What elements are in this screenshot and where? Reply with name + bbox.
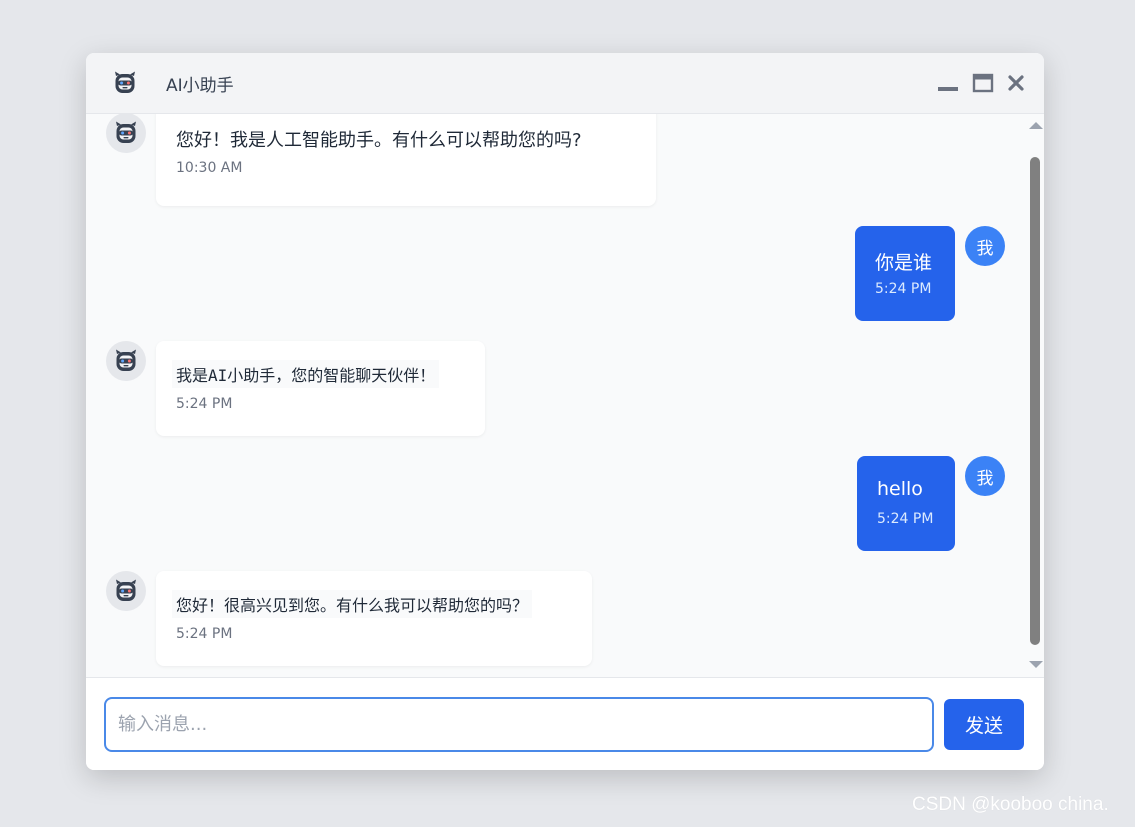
user-message: hello 5:24 PM	[857, 456, 955, 551]
chat-window: AI小助手 您好！我是人工智能助手。有什么可以帮助您的吗? 10:30 AM 你…	[86, 53, 1044, 770]
user-avatar: 我	[965, 456, 1005, 496]
message-text: 您好！我是人工智能助手。有什么可以帮助您的吗?	[176, 130, 582, 151]
user-message: 你是谁 5:24 PM	[855, 226, 955, 321]
message-text: 我是AI小助手，您的智能聊天伙伴！	[172, 360, 440, 388]
robot-icon	[113, 578, 139, 604]
message-time: 5:24 PM	[176, 626, 233, 642]
message-time: 5:24 PM	[877, 511, 934, 527]
message-text: 你是谁	[875, 252, 933, 274]
message-time: 5:24 PM	[176, 396, 233, 412]
message-text: 您好！很高兴见到您。有什么我可以帮助您的吗？	[172, 590, 533, 618]
message-time: 10:30 AM	[176, 160, 243, 176]
scrollbar[interactable]	[1026, 114, 1044, 677]
bot-avatar	[106, 114, 146, 153]
message-input[interactable]	[104, 697, 934, 752]
minimize-icon[interactable]	[936, 71, 960, 95]
bot-avatar	[106, 341, 146, 381]
input-bar: 发送	[86, 677, 1044, 770]
maximize-icon[interactable]	[971, 71, 995, 95]
user-avatar: 我	[965, 226, 1005, 266]
robot-icon	[112, 70, 138, 96]
scroll-thumb[interactable]	[1030, 157, 1040, 645]
bot-message: 您好！我是人工智能助手。有什么可以帮助您的吗? 10:30 AM	[156, 114, 656, 206]
send-button[interactable]: 发送	[944, 699, 1024, 750]
close-icon[interactable]	[1004, 71, 1028, 95]
watermark: CSDN @kooboo china.	[912, 794, 1109, 815]
message-list[interactable]: 您好！我是人工智能助手。有什么可以帮助您的吗? 10:30 AM 你是谁 5:2…	[86, 114, 1044, 677]
title-bar: AI小助手	[86, 53, 1044, 114]
bot-message: 您好！很高兴见到您。有什么我可以帮助您的吗？ 5:24 PM	[156, 571, 592, 666]
message-time: 5:24 PM	[875, 281, 932, 297]
scroll-down-arrow[interactable]	[1029, 661, 1043, 668]
message-text: hello	[877, 478, 923, 500]
robot-icon	[113, 348, 139, 374]
bot-avatar	[106, 571, 146, 611]
bot-message: 我是AI小助手，您的智能聊天伙伴！ 5:24 PM	[156, 341, 485, 436]
robot-icon	[113, 120, 139, 146]
scroll-up-arrow[interactable]	[1029, 122, 1043, 129]
window-title: AI小助手	[166, 76, 234, 96]
